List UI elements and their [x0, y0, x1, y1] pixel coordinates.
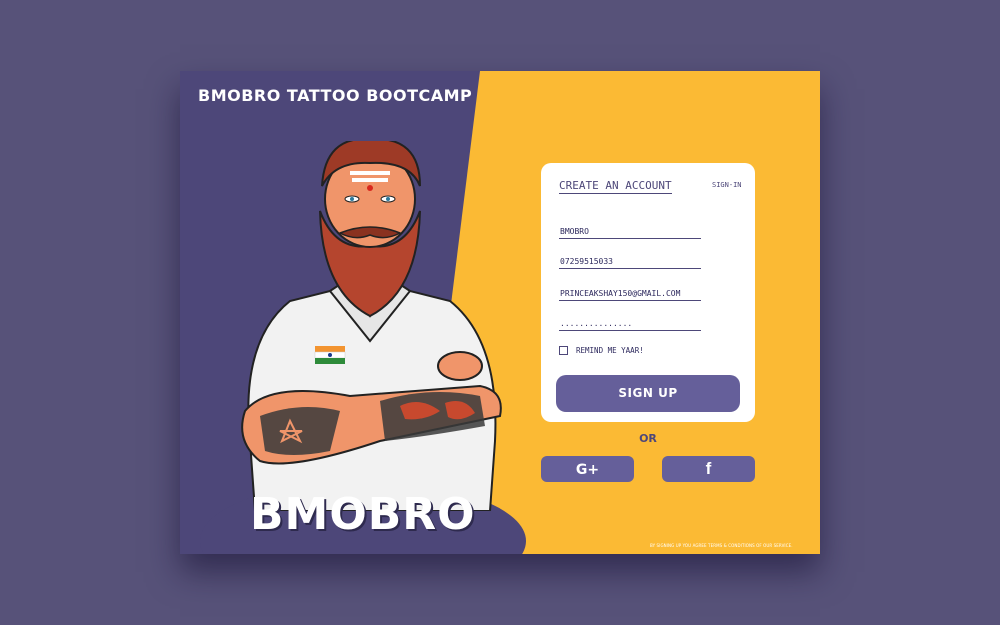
remember-label: REMIND ME YAAR!	[576, 346, 644, 355]
username-field[interactable]	[559, 224, 701, 239]
phone-field[interactable]	[559, 254, 701, 269]
tab-create-account[interactable]: CREATE AN ACCOUNT	[559, 179, 672, 194]
password-field[interactable]	[559, 316, 701, 331]
or-divider: OR	[639, 432, 657, 445]
signup-card: BMOBRO TATTOO BOOTCAMP BMOBRO CREATE AN …	[180, 71, 820, 554]
facebook-signin-button[interactable]: f	[662, 456, 755, 482]
tab-sign-in[interactable]: SIGN-IN	[712, 181, 742, 189]
google-signin-button[interactable]: G+	[541, 456, 634, 482]
remember-row: REMIND ME YAAR!	[559, 346, 644, 355]
google-plus-icon: G+	[575, 462, 600, 478]
terms-text[interactable]: BY SIGNING UP YOU AGREE TERMS & CONDITIO…	[650, 543, 815, 548]
signup-button[interactable]: SIGN UP	[556, 375, 740, 412]
brand-logo-text: BMOBRO	[250, 489, 476, 540]
email-field[interactable]	[559, 286, 701, 301]
remember-checkbox[interactable]	[559, 346, 568, 355]
signup-form: CREATE AN ACCOUNT SIGN-IN REMIND ME YAAR…	[541, 163, 755, 422]
facebook-icon: f	[705, 459, 712, 478]
app-title: BMOBRO TATTOO BOOTCAMP	[198, 86, 473, 105]
tattooed-man-illustration	[241, 141, 502, 511]
